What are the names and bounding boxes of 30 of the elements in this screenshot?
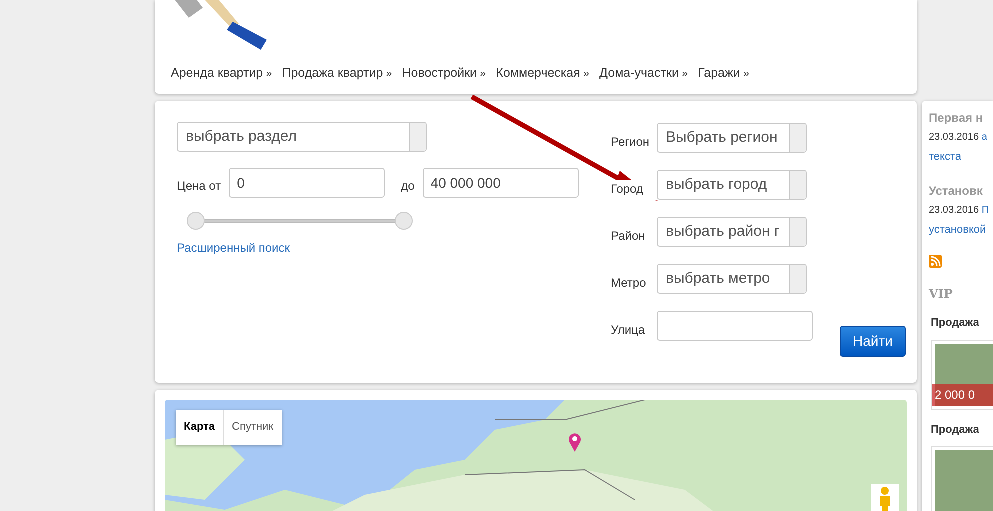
listing-title[interactable]: Продажа [931, 422, 989, 438]
news-date: 23.03.2016 [929, 132, 980, 143]
price-to-label: до [401, 178, 415, 195]
listing-title[interactable]: Продажа [931, 315, 989, 332]
nav-link-item[interactable]: Новостройки » [402, 64, 486, 83]
price-to-field[interactable]: 40 000 000 [422, 168, 579, 198]
news-date: 23.03.2016 [929, 204, 980, 216]
nav-link-item[interactable]: Гаражи » [698, 64, 750, 83]
dropdown-select[interactable]: выбрать район г [657, 217, 807, 247]
news-link[interactable]: П [982, 204, 990, 216]
nav-link-item[interactable]: Аренда квартир » [171, 64, 272, 83]
news-link[interactable]: установкой [929, 222, 986, 238]
price-from-label: Цена от [177, 178, 222, 195]
advanced-search-link[interactable]: Расширенный поиск [177, 241, 290, 255]
news-link[interactable]: текста [929, 149, 962, 166]
dropdown-select[interactable]: выбрать метро [657, 264, 807, 294]
section-select[interactable]: выбрать раздел [177, 122, 427, 152]
nav-link-item[interactable]: Коммерческая » [496, 64, 590, 83]
vip-heading: VIP [929, 286, 954, 303]
news-link[interactable]: а [982, 132, 988, 143]
dropdown-select[interactable]: Выбрать регион [657, 123, 807, 153]
map-type-tab[interactable]: Спутник [224, 410, 282, 444]
nav-link-item[interactable]: Дома-участки » [600, 64, 688, 83]
filter-label: Город [611, 180, 657, 200]
listing-price: 2 000 0 [932, 384, 993, 406]
price-from-field[interactable]: 0 [229, 168, 386, 198]
dropdown-select[interactable]: выбрать город [657, 170, 807, 200]
search-button[interactable]: Найти [840, 326, 906, 357]
map-type-tab[interactable]: Карта [176, 410, 224, 444]
nav-link-item[interactable]: Продажа квартир » [282, 64, 392, 83]
